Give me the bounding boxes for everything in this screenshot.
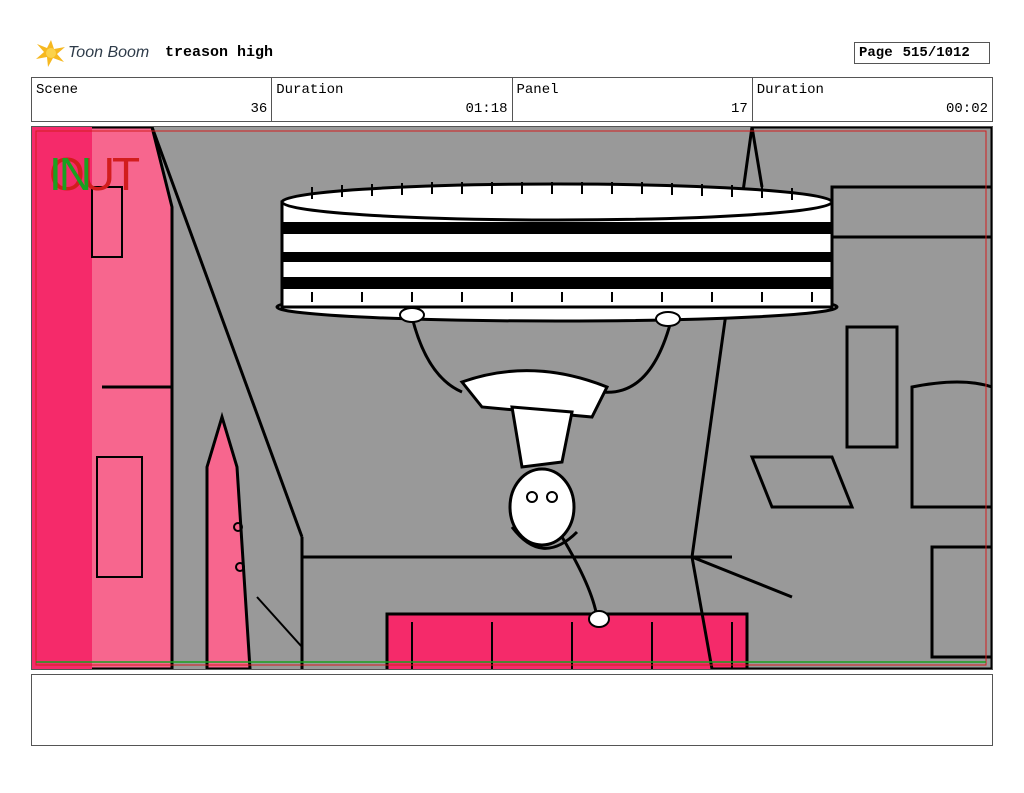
in-marker: IN (49, 148, 92, 200)
panel-duration-label: Duration (756, 82, 824, 98)
scene-duration-label: Duration (276, 82, 344, 98)
character-torso (510, 405, 574, 469)
storyboard-panel: OUT IN (31, 126, 993, 670)
panel-duration-cell: Duration 00:02 (753, 78, 992, 121)
page-label: Page (859, 45, 893, 61)
panel-notes (31, 674, 993, 746)
scene-info-row: Scene 36 Duration 01:18 Panel 17 Duratio… (31, 77, 993, 122)
scene-cell: Scene 36 (32, 78, 273, 121)
starburst-icon (36, 40, 65, 67)
panel-cell: Panel 17 (513, 78, 753, 121)
scene-duration-value: 01:18 (465, 101, 508, 117)
panel-value: 17 (730, 101, 748, 117)
page-number: 515/1012 (902, 45, 970, 61)
panel-duration-value: 00:02 (945, 101, 988, 117)
scene-value: 36 (250, 101, 268, 117)
logo-text: Toon Boom (68, 44, 150, 61)
panel-artwork (32, 127, 992, 669)
character-head (508, 467, 576, 547)
panel-label: Panel (516, 82, 559, 98)
scene-duration-cell: Duration 01:18 (272, 78, 513, 121)
project-title: treason high (165, 44, 274, 61)
left-wall-shadow (32, 127, 92, 669)
pink-bench (385, 612, 749, 669)
toon-boom-logo: Toon Boom (34, 38, 156, 68)
scene-label: Scene (36, 82, 79, 98)
disc-top (280, 182, 834, 222)
page-indicator: Page 515/1012 (854, 42, 990, 64)
